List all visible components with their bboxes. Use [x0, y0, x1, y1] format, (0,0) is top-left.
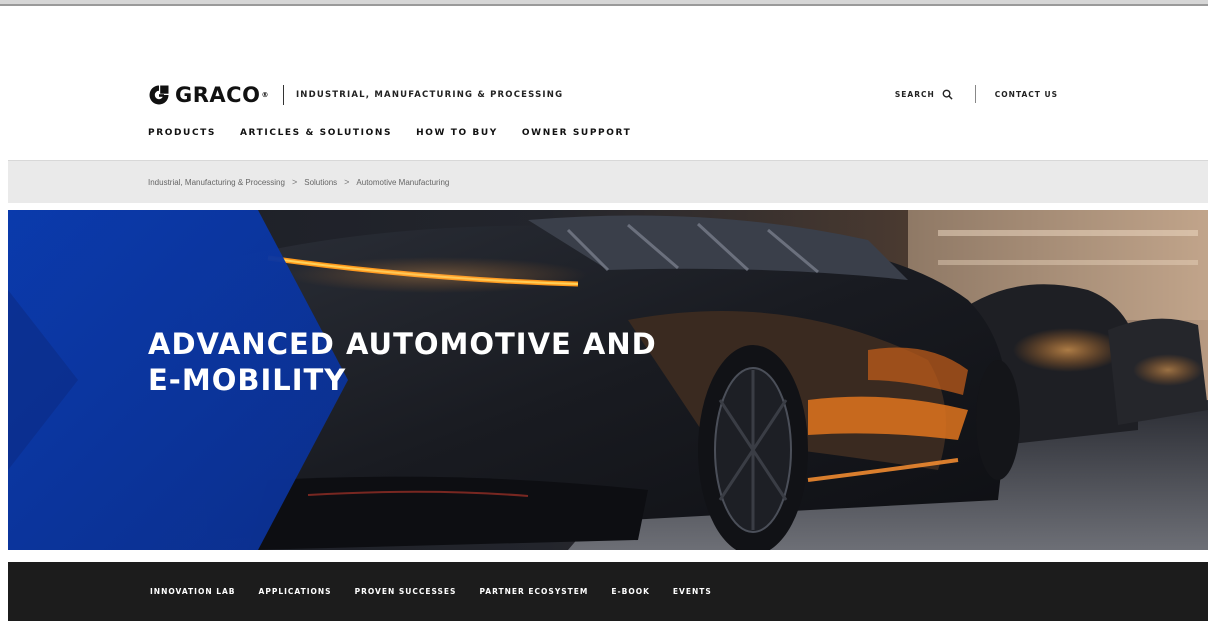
brand[interactable]: GRACO® INDUSTRIAL, MANUFACTURING & PROCE…: [148, 84, 563, 106]
sub-nav: INNOVATION LAB APPLICATIONS PROVEN SUCCE…: [8, 562, 1208, 621]
hero-banner: ADVANCED AUTOMOTIVE AND E-MOBILITY: [8, 210, 1208, 550]
hero-title-line1: ADVANCED AUTOMOTIVE AND: [148, 327, 657, 361]
sub-nav-item-e-book[interactable]: E-BOOK: [611, 587, 650, 596]
breadcrumb: Industrial, Manufacturing & Processing >…: [148, 177, 449, 187]
breadcrumb-item-current: Automotive Manufacturing: [356, 177, 450, 187]
nav-item-products[interactable]: PRODUCTS: [148, 128, 216, 138]
utility-nav: SEARCH CONTACT US: [895, 85, 1058, 103]
sub-nav-item-events[interactable]: EVENTS: [673, 587, 712, 596]
utility-divider: [974, 85, 976, 103]
search-icon: [942, 89, 953, 100]
hero-title: ADVANCED AUTOMOTIVE AND E-MOBILITY: [148, 326, 657, 398]
nav-item-owner-support[interactable]: OWNER SUPPORT: [522, 128, 631, 138]
sub-nav-items: INNOVATION LAB APPLICATIONS PROVEN SUCCE…: [150, 587, 735, 596]
brand-section-label[interactable]: INDUSTRIAL, MANUFACTURING & PROCESSING: [296, 90, 563, 100]
breadcrumb-separator: >: [291, 177, 298, 187]
sub-nav-item-innovation-lab[interactable]: INNOVATION LAB: [150, 587, 236, 596]
logo-wordmark: GRACO®: [175, 83, 269, 107]
hero-title-line2: E-MOBILITY: [148, 363, 347, 397]
graco-logo-icon: [149, 85, 169, 105]
sub-nav-item-applications[interactable]: APPLICATIONS: [259, 587, 332, 596]
nav-item-articles-solutions[interactable]: ARTICLES & SOLUTIONS: [240, 128, 392, 138]
site-header: GRACO® INDUSTRIAL, MANUFACTURING & PROCE…: [0, 6, 1208, 160]
breadcrumb-item-solutions[interactable]: Solutions: [304, 178, 337, 187]
breadcrumb-bar: Industrial, Manufacturing & Processing >…: [8, 160, 1208, 203]
breadcrumb-separator: >: [344, 177, 350, 187]
sub-nav-item-proven-successes[interactable]: PROVEN SUCCESSES: [355, 587, 457, 596]
nav-item-how-to-buy[interactable]: HOW TO BUY: [416, 128, 498, 138]
search-label: SEARCH: [894, 89, 935, 99]
main-nav: PRODUCTS ARTICLES & SOLUTIONS HOW TO BUY…: [148, 128, 655, 138]
contact-us-link[interactable]: CONTACT US: [995, 90, 1058, 99]
brand-divider: [282, 85, 284, 105]
sub-nav-item-partner-ecosystem[interactable]: PARTNER ECOSYSTEM: [479, 587, 588, 596]
search-link[interactable]: SEARCH: [895, 89, 953, 100]
breadcrumb-item-industrial[interactable]: Industrial, Manufacturing & Processing: [148, 178, 285, 187]
